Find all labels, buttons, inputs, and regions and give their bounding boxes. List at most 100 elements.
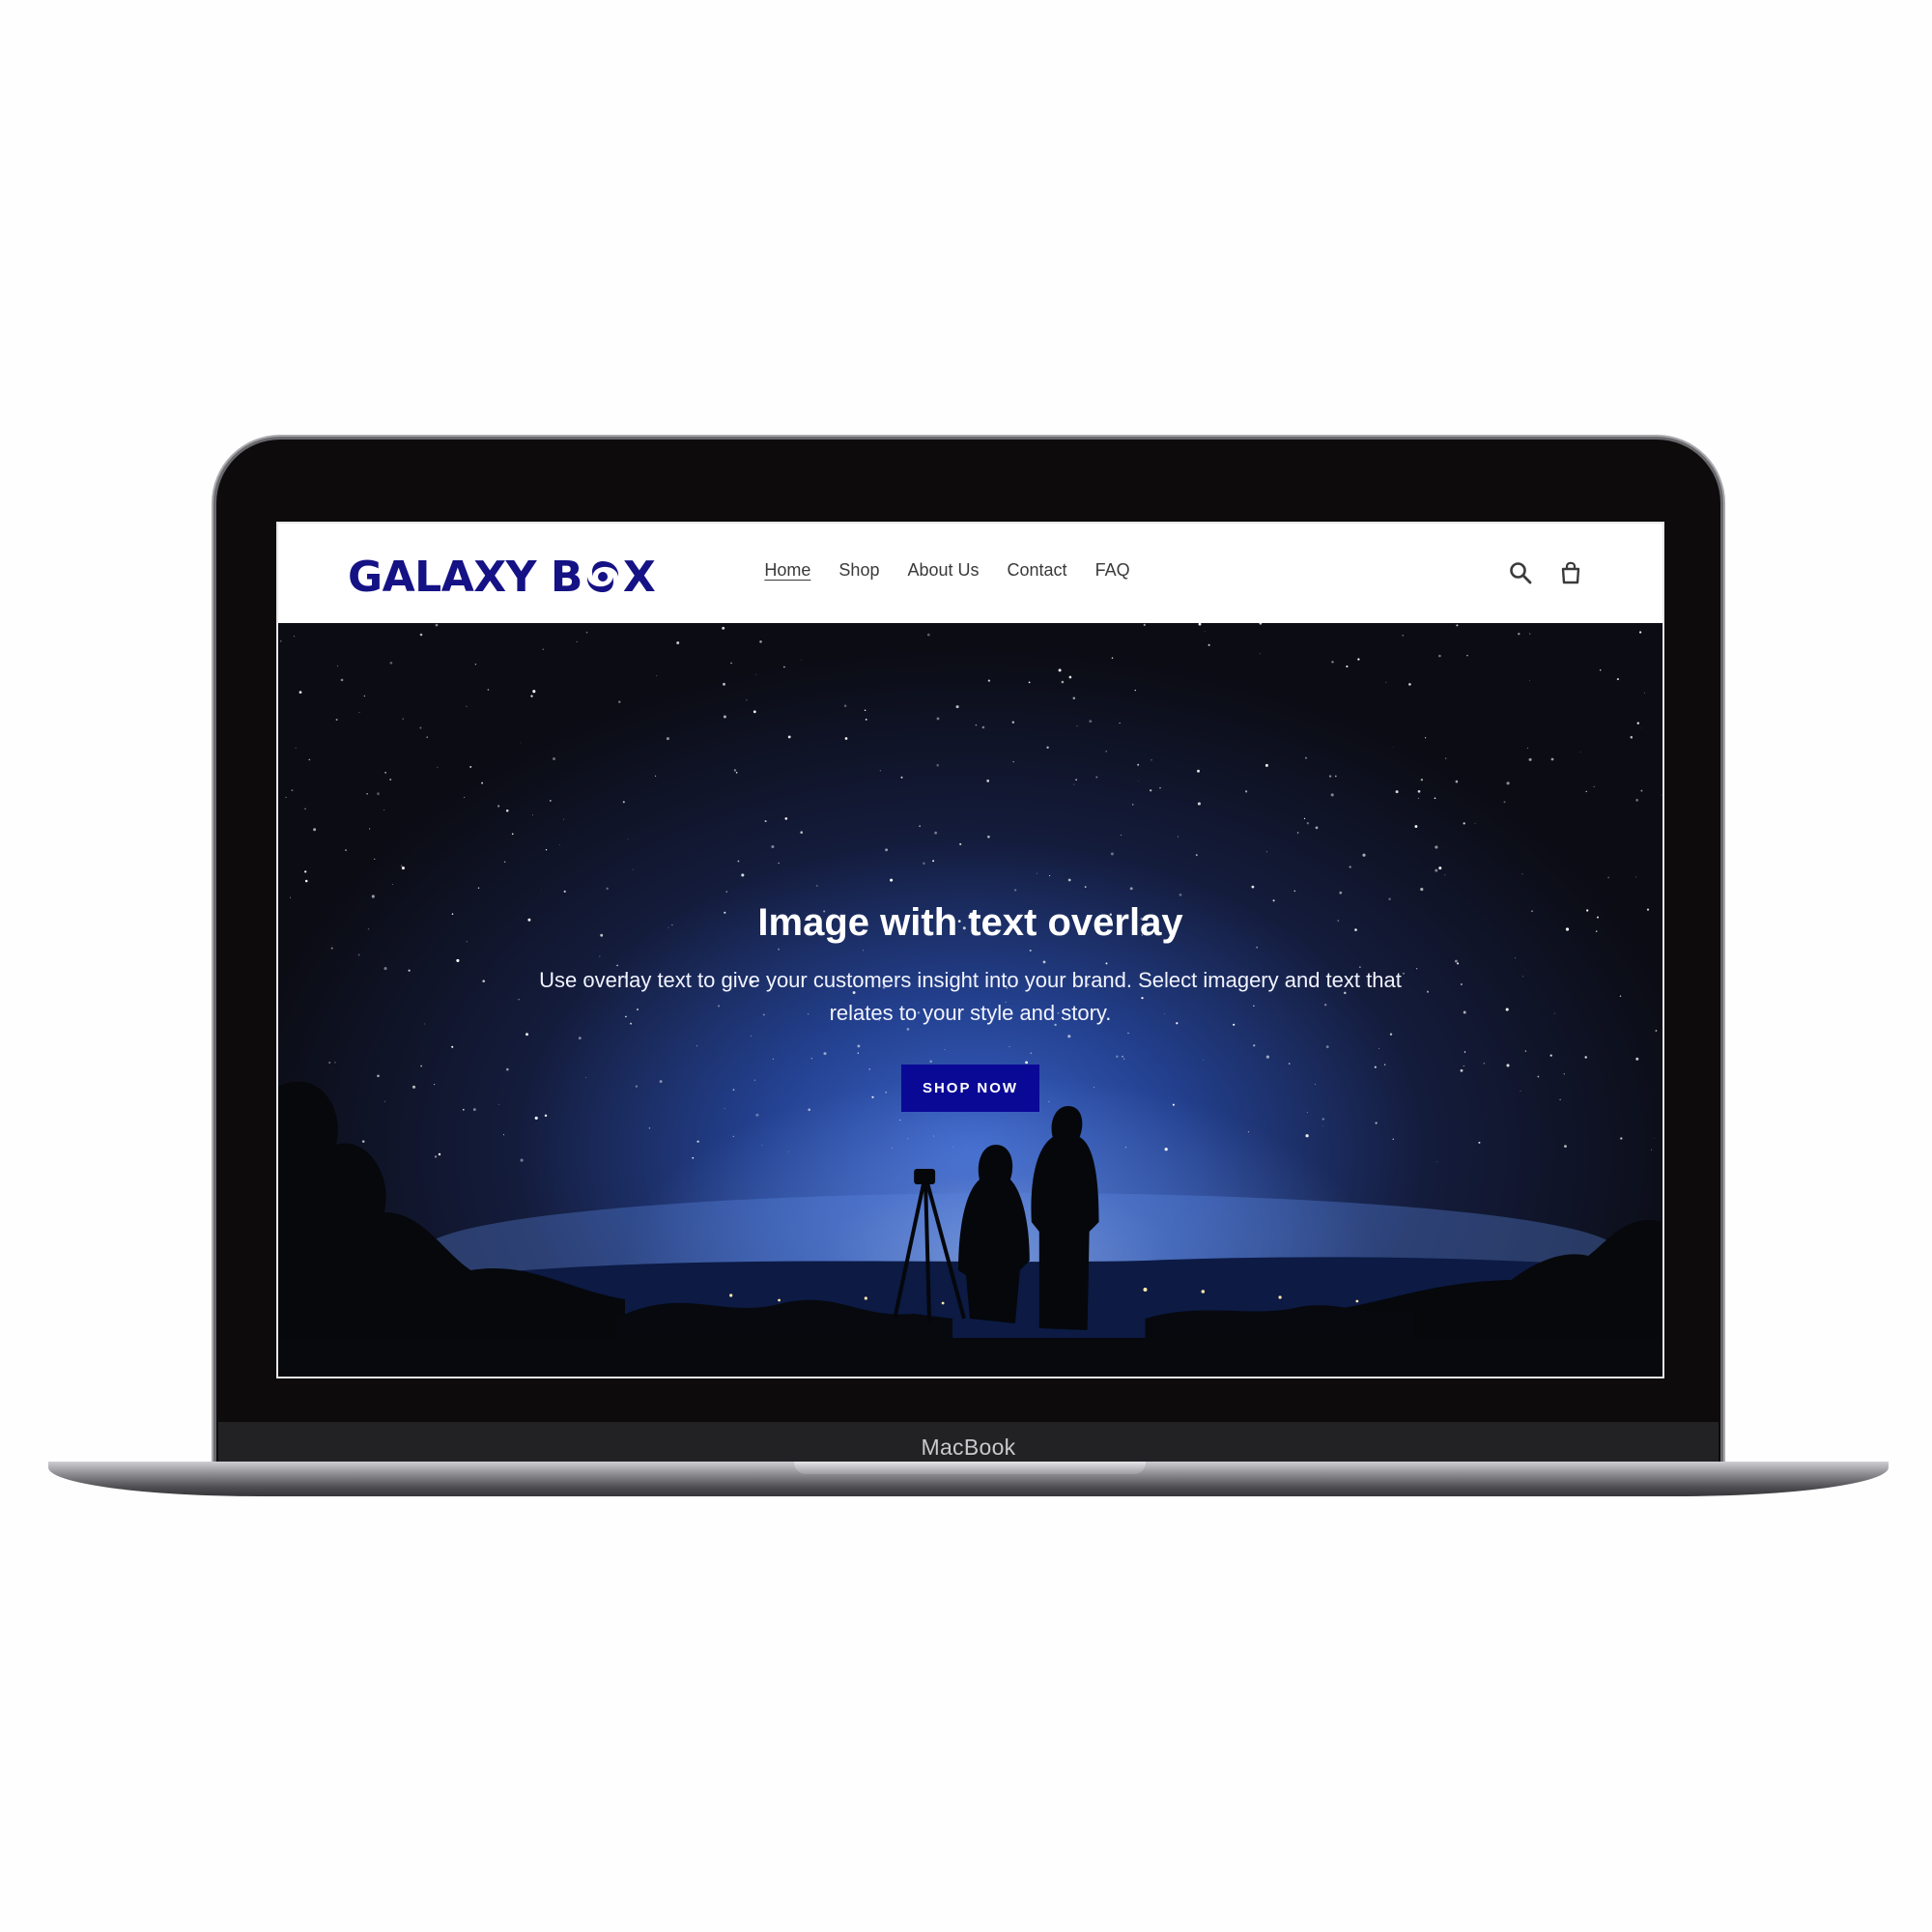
star	[426, 736, 428, 738]
star	[437, 766, 439, 768]
hero-subtitle: Use overlay text to give your customers …	[539, 968, 1402, 1025]
star	[746, 699, 748, 701]
star	[1197, 802, 1201, 806]
star	[1204, 630, 1206, 632]
star	[1385, 681, 1387, 683]
star	[540, 889, 542, 891]
star	[778, 862, 780, 864]
star	[1208, 643, 1210, 646]
star	[737, 860, 740, 863]
star	[1150, 789, 1152, 792]
nav-about-us-link[interactable]: About Us	[907, 560, 979, 581]
star	[1643, 692, 1645, 694]
star	[606, 887, 609, 891]
star	[402, 718, 404, 720]
star	[1179, 894, 1182, 896]
star	[622, 801, 625, 804]
star	[723, 715, 726, 719]
star	[419, 633, 423, 637]
star	[1424, 737, 1427, 739]
star	[1435, 868, 1438, 872]
star	[764, 820, 767, 823]
cart-icon[interactable]	[1558, 560, 1583, 585]
star	[1195, 854, 1198, 857]
search-icon[interactable]	[1508, 560, 1533, 585]
star	[1296, 832, 1299, 834]
star	[1630, 735, 1634, 739]
star	[1346, 665, 1349, 668]
star	[800, 831, 803, 834]
star	[1330, 793, 1334, 797]
star	[340, 678, 344, 682]
star	[1306, 822, 1310, 825]
star	[1011, 721, 1015, 724]
star	[1339, 891, 1343, 895]
laptop-screen: GALAXY B X Home Shop About Us Contact FA…	[276, 522, 1664, 1378]
device-label: MacBook	[921, 1435, 1016, 1460]
star	[1362, 853, 1366, 857]
star	[759, 640, 762, 643]
star	[723, 682, 725, 686]
shop-now-button[interactable]: SHOP NOW	[900, 1065, 1040, 1112]
star	[532, 814, 533, 816]
star	[464, 796, 466, 798]
star	[816, 885, 818, 887]
star	[1264, 763, 1268, 767]
star	[1095, 776, 1098, 779]
star	[1474, 822, 1476, 824]
star	[1119, 723, 1121, 724]
star	[369, 828, 371, 830]
star	[1388, 897, 1391, 900]
star	[1046, 746, 1049, 750]
star	[1417, 789, 1421, 793]
star	[295, 748, 297, 750]
star	[308, 758, 311, 761]
star	[890, 878, 894, 882]
star	[1334, 775, 1337, 778]
star	[1455, 780, 1459, 783]
star	[1518, 633, 1520, 636]
star	[1529, 633, 1531, 635]
star	[1121, 834, 1122, 837]
star	[1395, 790, 1399, 794]
star	[345, 849, 347, 852]
star	[377, 792, 380, 796]
star	[632, 868, 634, 870]
star	[304, 879, 308, 883]
star	[487, 689, 490, 691]
nav-shop-link[interactable]: Shop	[838, 560, 879, 581]
star	[371, 895, 375, 898]
nav-home-link[interactable]: Home	[764, 560, 810, 581]
site-header: GALAXY B X Home Shop About Us Contact FA…	[278, 524, 1662, 623]
star	[936, 717, 940, 721]
star	[955, 705, 959, 709]
star	[879, 770, 881, 772]
star	[618, 700, 621, 703]
star	[1579, 752, 1581, 753]
star	[865, 719, 867, 721]
laptop-base-notch	[794, 1462, 1146, 1474]
star	[885, 848, 889, 852]
star	[563, 890, 566, 894]
star	[722, 626, 725, 630]
star	[730, 662, 732, 665]
star	[1661, 794, 1662, 796]
star	[1438, 654, 1441, 658]
star	[932, 860, 935, 863]
star	[900, 776, 903, 779]
star	[981, 725, 985, 729]
star	[466, 705, 468, 707]
star	[481, 781, 484, 784]
nav-faq-link[interactable]: FAQ	[1095, 560, 1130, 581]
hero-text-overlay: Image with text overlay Use overlay text…	[278, 901, 1662, 1112]
star	[335, 719, 338, 721]
nav-contact-link[interactable]: Contact	[1008, 560, 1067, 581]
star	[655, 775, 657, 777]
star	[1110, 852, 1114, 856]
star	[1315, 826, 1319, 830]
star	[1402, 634, 1405, 637]
star	[666, 737, 669, 741]
star	[1328, 775, 1332, 778]
star	[975, 724, 978, 726]
star	[374, 858, 376, 860]
